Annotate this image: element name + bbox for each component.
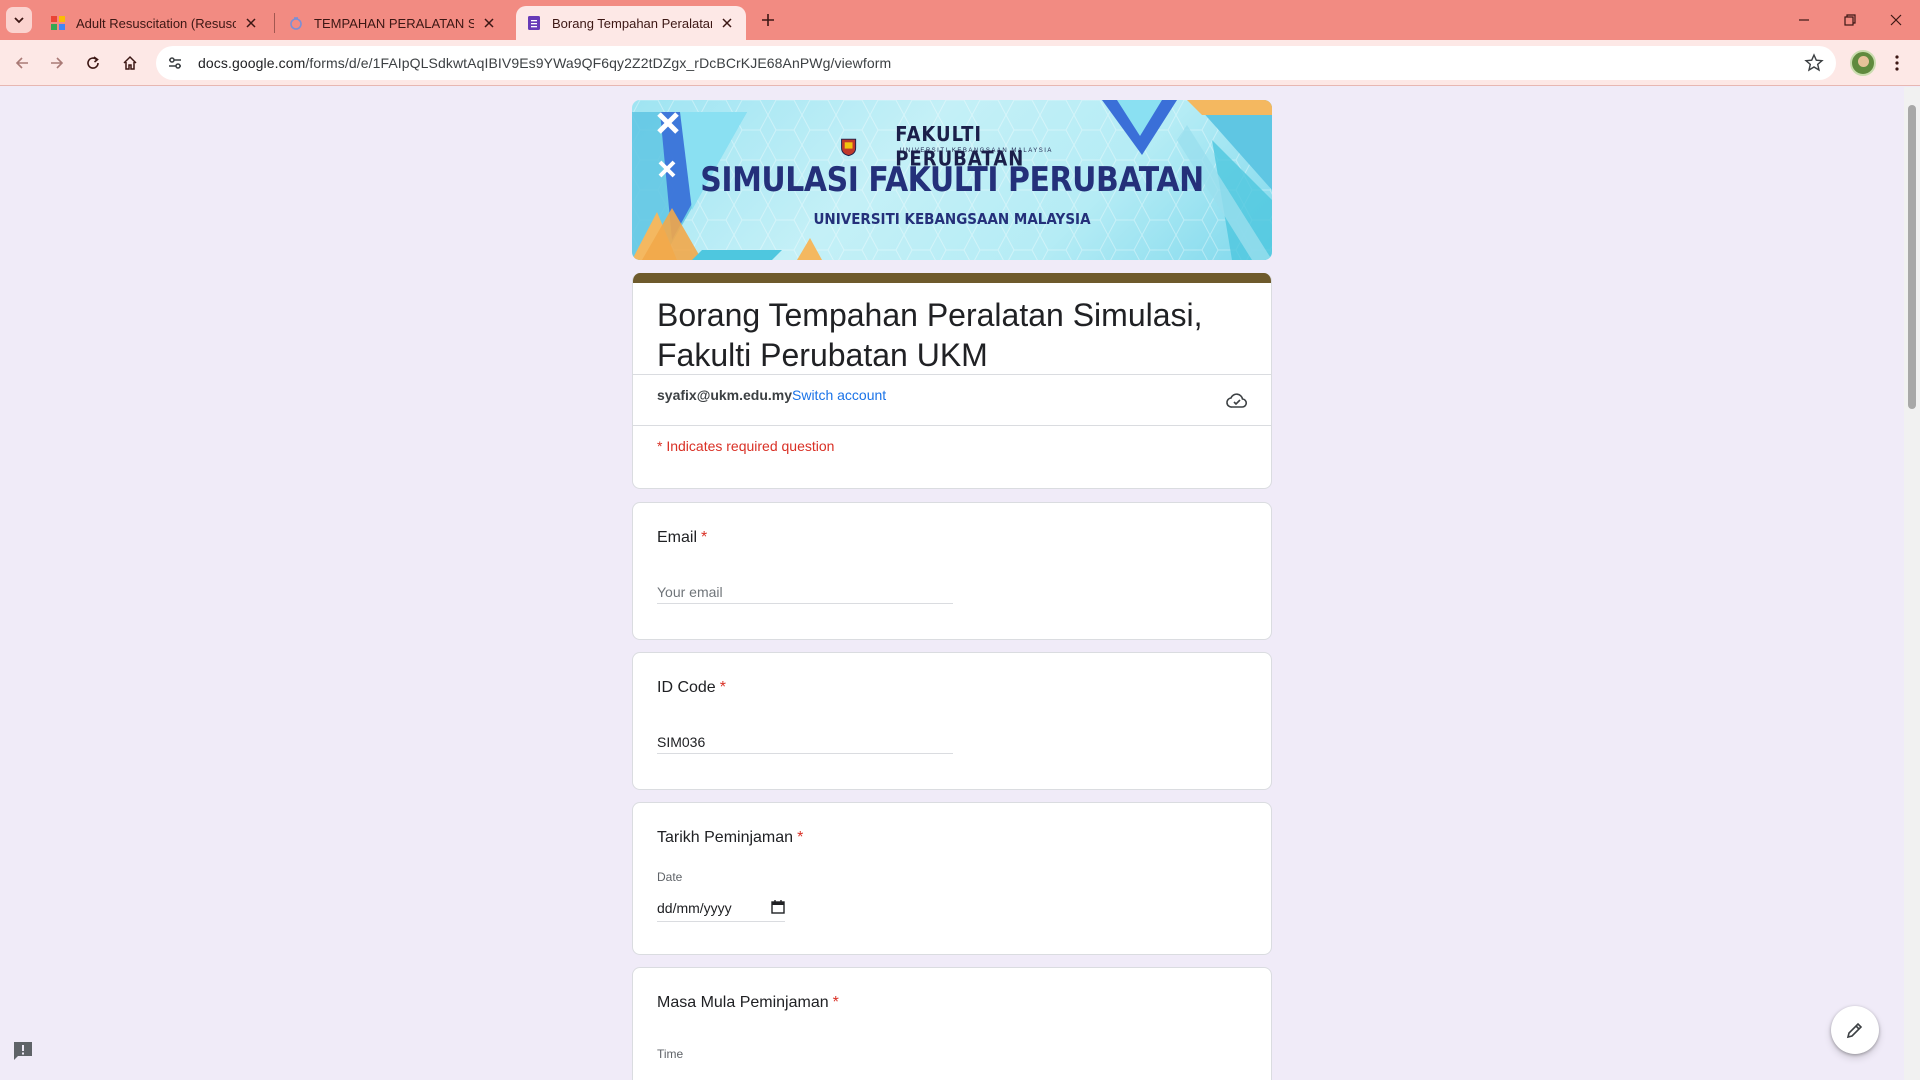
form-title: Borang Tempahan Peralatan Simulasi, Faku… <box>657 297 1203 373</box>
tab-search-button[interactable] <box>6 7 32 33</box>
browser-menu-button[interactable] <box>1884 50 1910 76</box>
arrow-left-icon <box>15 57 28 69</box>
slides-favicon-icon <box>50 15 66 31</box>
scrollbar-thumb[interactable] <box>1908 105 1916 409</box>
reload-button[interactable] <box>79 49 107 77</box>
question-title: Tarikh Peminjaman * <box>657 829 803 847</box>
address-bar[interactable]: docs.google.com/forms/d/e/1FAIpQLSdkwtAq… <box>156 46 1836 80</box>
required-asterisk: * <box>701 529 708 546</box>
switch-account-link[interactable]: Switch account <box>792 387 886 403</box>
required-asterisk: * <box>832 994 839 1011</box>
browser-tab[interactable]: TEMPAHAN PERALATAN SIMULASI <box>278 6 508 40</box>
question-title: Masa Mula Peminjaman * <box>657 994 839 1012</box>
reload-icon <box>87 56 99 69</box>
more-vert-icon <box>1895 55 1899 71</box>
home-button[interactable] <box>116 49 144 77</box>
email-input[interactable] <box>657 572 953 604</box>
page-scrollbar[interactable] <box>1904 87 1920 1080</box>
id-code-input[interactable] <box>657 722 953 754</box>
close-tab-icon[interactable] <box>480 14 498 32</box>
question-title: Email * <box>657 529 707 547</box>
question-label: Email <box>657 529 698 546</box>
time-sublabel: Time <box>657 1047 684 1061</box>
question-card-tarikh: Tarikh Peminjaman * Date dd/mm/yyyy <box>632 802 1272 955</box>
close-icon <box>1890 14 1902 26</box>
close-tab-icon[interactable] <box>242 14 260 32</box>
question-card-id-code: ID Code * <box>632 652 1272 790</box>
question-label: Masa Mula Peminjaman <box>657 994 829 1011</box>
browser-tab-active[interactable]: Borang Tempahan Peralatan Simulasi <box>516 6 746 40</box>
date-input[interactable]: dd/mm/yyyy <box>657 894 785 922</box>
url-host: docs.google.com <box>198 55 306 71</box>
account-row: syafix@ukm.edu.my Switch account <box>633 374 1271 426</box>
form-header-card: Borang Tempahan Peralatan Simulasi, Faku… <box>632 273 1272 489</box>
feedback-icon[interactable] <box>12 1040 34 1062</box>
accent-bar <box>633 273 1271 283</box>
restore-icon <box>1844 14 1856 26</box>
minimize-button[interactable] <box>1784 8 1824 32</box>
tab-title: Adult Resuscitation (Resusci Anne) <box>76 15 236 31</box>
new-tab-button[interactable] <box>756 8 780 32</box>
tab-title: TEMPAHAN PERALATAN SIMULASI <box>314 15 474 31</box>
browser-toolbar: docs.google.com/forms/d/e/1FAIpQLSdkwtAq… <box>0 40 1920 86</box>
date-sublabel: Date <box>657 870 683 884</box>
faculty-university-small: UNIVERSITI KEBANGSAAN MALAYSIA <box>900 148 1053 154</box>
question-card-email: Email * <box>632 502 1272 640</box>
banner-subtitle: UNIVERSITI KEBANGSAAN MALAYSIA <box>813 210 1091 228</box>
bookmark-star-icon[interactable] <box>1804 53 1824 73</box>
close-tab-icon[interactable] <box>718 14 736 32</box>
browser-tab[interactable]: Adult Resuscitation (Resusci Anne) <box>40 6 270 40</box>
question-label: ID Code <box>657 679 716 696</box>
restore-button[interactable] <box>1830 8 1870 32</box>
required-note: * Indicates required question <box>657 438 835 454</box>
site-info-icon[interactable] <box>160 48 190 78</box>
question-card-masa-mula: Masa Mula Peminjaman * Time <box>632 967 1272 1080</box>
calendar-icon[interactable] <box>771 900 785 914</box>
question-title: ID Code * <box>657 679 726 697</box>
pencil-icon <box>1846 1022 1863 1039</box>
ukm-crest-icon <box>841 138 857 157</box>
tab-divider <box>274 13 275 33</box>
back-button[interactable] <box>8 49 36 77</box>
banner-title: SIMULASI FAKULTI PERUBATAN <box>700 160 1204 200</box>
profile-avatar[interactable] <box>1850 50 1876 76</box>
arrow-right-icon <box>51 57 64 69</box>
plus-icon <box>762 14 774 26</box>
tab-title: Borang Tempahan Peralatan Simulasi <box>552 15 712 31</box>
chevron-down-icon <box>14 17 24 24</box>
cloud-saved-icon <box>1226 393 1248 408</box>
url-path: /forms/d/e/1FAIpQLSdkwtAqIBIV9Es9YWa9QF6… <box>305 55 892 71</box>
edit-form-button[interactable] <box>1831 1006 1879 1054</box>
minimize-icon <box>1799 19 1809 21</box>
account-email: syafix@ukm.edu.my <box>657 387 793 403</box>
required-asterisk: * <box>719 679 726 696</box>
loading-favicon-icon <box>288 15 304 31</box>
form-header-banner: FAKULTI PERUBATAN UNIVERSITI KEBANGSAAN … <box>632 100 1272 260</box>
forms-favicon-icon <box>526 15 542 31</box>
close-window-button[interactable] <box>1876 8 1916 32</box>
date-placeholder: dd/mm/yyyy <box>657 899 732 916</box>
required-asterisk: * <box>797 829 804 846</box>
home-icon <box>123 55 137 70</box>
page-viewport: FAKULTI PERUBATAN UNIVERSITI KEBANGSAAN … <box>0 87 1904 1080</box>
tab-strip: Adult Resuscitation (Resusci Anne) TEMPA… <box>0 0 1920 40</box>
question-label: Tarikh Peminjaman <box>657 829 794 846</box>
forward-button[interactable] <box>43 49 71 77</box>
url-text: docs.google.com/forms/d/e/1FAIpQLSdkwtAq… <box>198 55 891 71</box>
